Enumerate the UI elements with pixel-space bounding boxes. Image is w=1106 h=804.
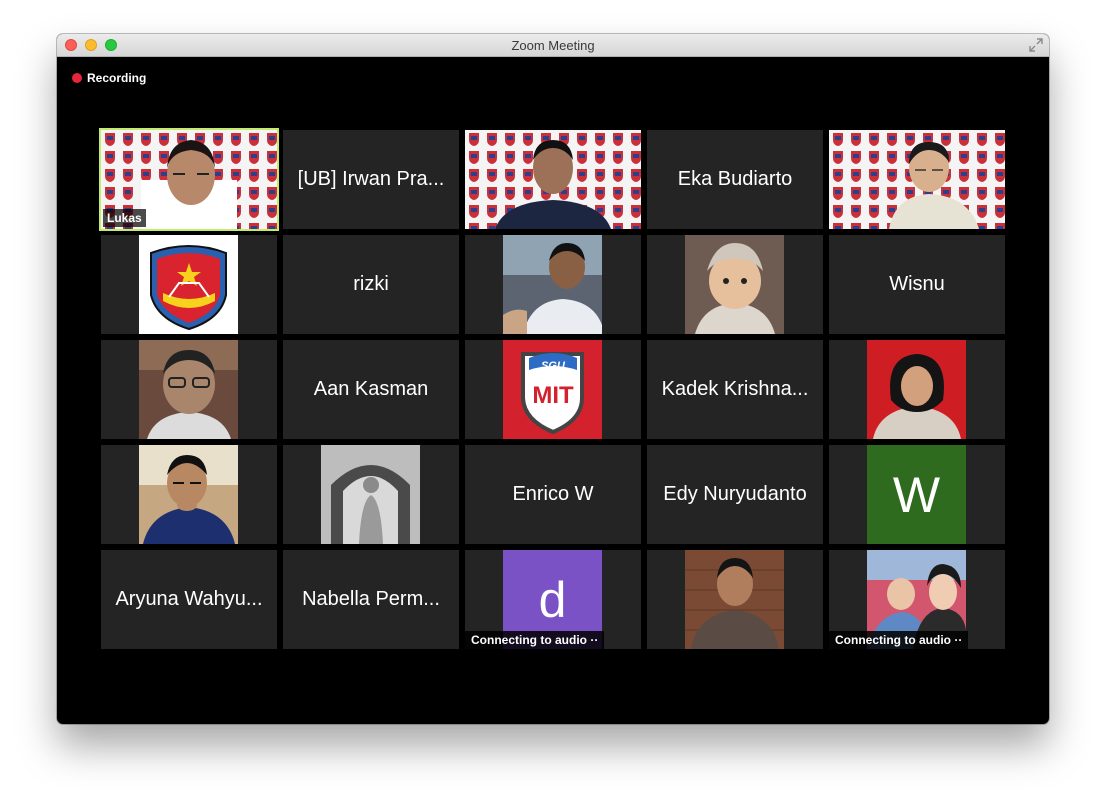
- fullscreen-icon[interactable]: [1029, 38, 1043, 52]
- connecting-audio-status: Connecting to audio ··: [465, 631, 605, 649]
- participant-name: Eka Budiarto: [677, 168, 793, 190]
- participant-name: Aryuna Wahyu...: [115, 588, 263, 610]
- video-tile-lukas[interactable]: Lukas: [99, 128, 279, 231]
- video-tile-d-avatar[interactable]: d Connecting to audio ··: [465, 550, 641, 649]
- video-feed-bw-photo: [321, 445, 420, 544]
- participant-name: Kadek Krishna...: [661, 378, 809, 400]
- participant-name: Edy Nuryudanto: [663, 483, 807, 505]
- participant-name: Aan Kasman: [313, 378, 429, 400]
- video-tile-aan[interactable]: Aan Kasman: [283, 340, 459, 439]
- video-tile-nabella[interactable]: Nabella Perm...: [283, 550, 459, 649]
- video-feed-baby: [685, 235, 784, 334]
- video-tile-glasses-participant[interactable]: [101, 340, 277, 439]
- video-tile-family[interactable]: Connecting to audio ··: [829, 550, 1005, 649]
- video-tile-enrico[interactable]: Enrico W: [465, 445, 641, 544]
- title-bar: Zoom Meeting: [57, 34, 1049, 57]
- video-tile-ub-participant-2[interactable]: [829, 130, 1005, 229]
- kabupaten-emblem-image: [139, 235, 238, 334]
- video-tile-bw-photo[interactable]: [283, 445, 459, 544]
- participant-name: [UB] Irwan Pra...: [297, 168, 445, 190]
- video-tile-kabupaten-logo[interactable]: [101, 235, 277, 334]
- video-tile-ub-participant[interactable]: [465, 130, 641, 229]
- video-feed-blue-shirt-participant: [139, 445, 238, 544]
- connecting-audio-status: Connecting to audio ··: [829, 631, 969, 649]
- video-tile-irwan[interactable]: [UB] Irwan Pra...: [283, 130, 459, 229]
- participant-name: Nabella Perm...: [302, 588, 440, 610]
- video-feed-glasses-participant: [139, 340, 238, 439]
- video-tile-aryuna[interactable]: Aryuna Wahyu...: [101, 550, 277, 649]
- avatar-initial-w: W: [867, 445, 966, 544]
- video-tile-rizki[interactable]: rizki: [283, 235, 459, 334]
- recording-dot-icon: [72, 73, 82, 83]
- video-tile-eka[interactable]: Eka Budiarto: [647, 130, 823, 229]
- participant-name: Enrico W: [512, 483, 594, 505]
- video-tile-hijab-participant[interactable]: [829, 340, 1005, 439]
- video-tile-edy[interactable]: Edy Nuryudanto: [647, 445, 823, 544]
- video-tile-brick-wall-participant[interactable]: [647, 550, 823, 649]
- video-feed-ub-participant: [465, 130, 641, 229]
- video-feed-hijab-participant: [867, 340, 966, 439]
- video-tile-sgu-mit[interactable]: SGU MIT: [465, 340, 641, 439]
- video-feed-brick-wall-participant: [685, 550, 784, 649]
- logo-lettering-sgu: SGU: [541, 360, 566, 372]
- video-tile-wisnu[interactable]: Wisnu: [829, 235, 1005, 334]
- video-tile-car-participant[interactable]: [465, 235, 641, 334]
- video-tile-kadek[interactable]: Kadek Krishna...: [647, 340, 823, 439]
- video-tile-w-avatar[interactable]: W: [829, 445, 1005, 544]
- participant-name: rizki: [353, 273, 389, 295]
- recording-indicator[interactable]: Recording: [72, 71, 146, 85]
- logo-lettering-mit: MIT: [532, 382, 574, 409]
- video-tile-baby[interactable]: [647, 235, 823, 334]
- video-feed-car-participant: [503, 235, 602, 334]
- sgu-mit-logo-image: SGU MIT: [503, 340, 602, 439]
- window-title: Zoom Meeting: [511, 38, 595, 53]
- video-feed-ub-participant-2: [829, 130, 1005, 229]
- participant-name: Wisnu: [889, 273, 945, 295]
- recording-label: Recording: [87, 71, 147, 85]
- video-tile-blue-shirt-participant[interactable]: [101, 445, 277, 544]
- zoom-window: Zoom Meeting Recording Lukas [UB] Irwan …: [57, 34, 1049, 724]
- participant-name-label: Lukas: [103, 209, 146, 227]
